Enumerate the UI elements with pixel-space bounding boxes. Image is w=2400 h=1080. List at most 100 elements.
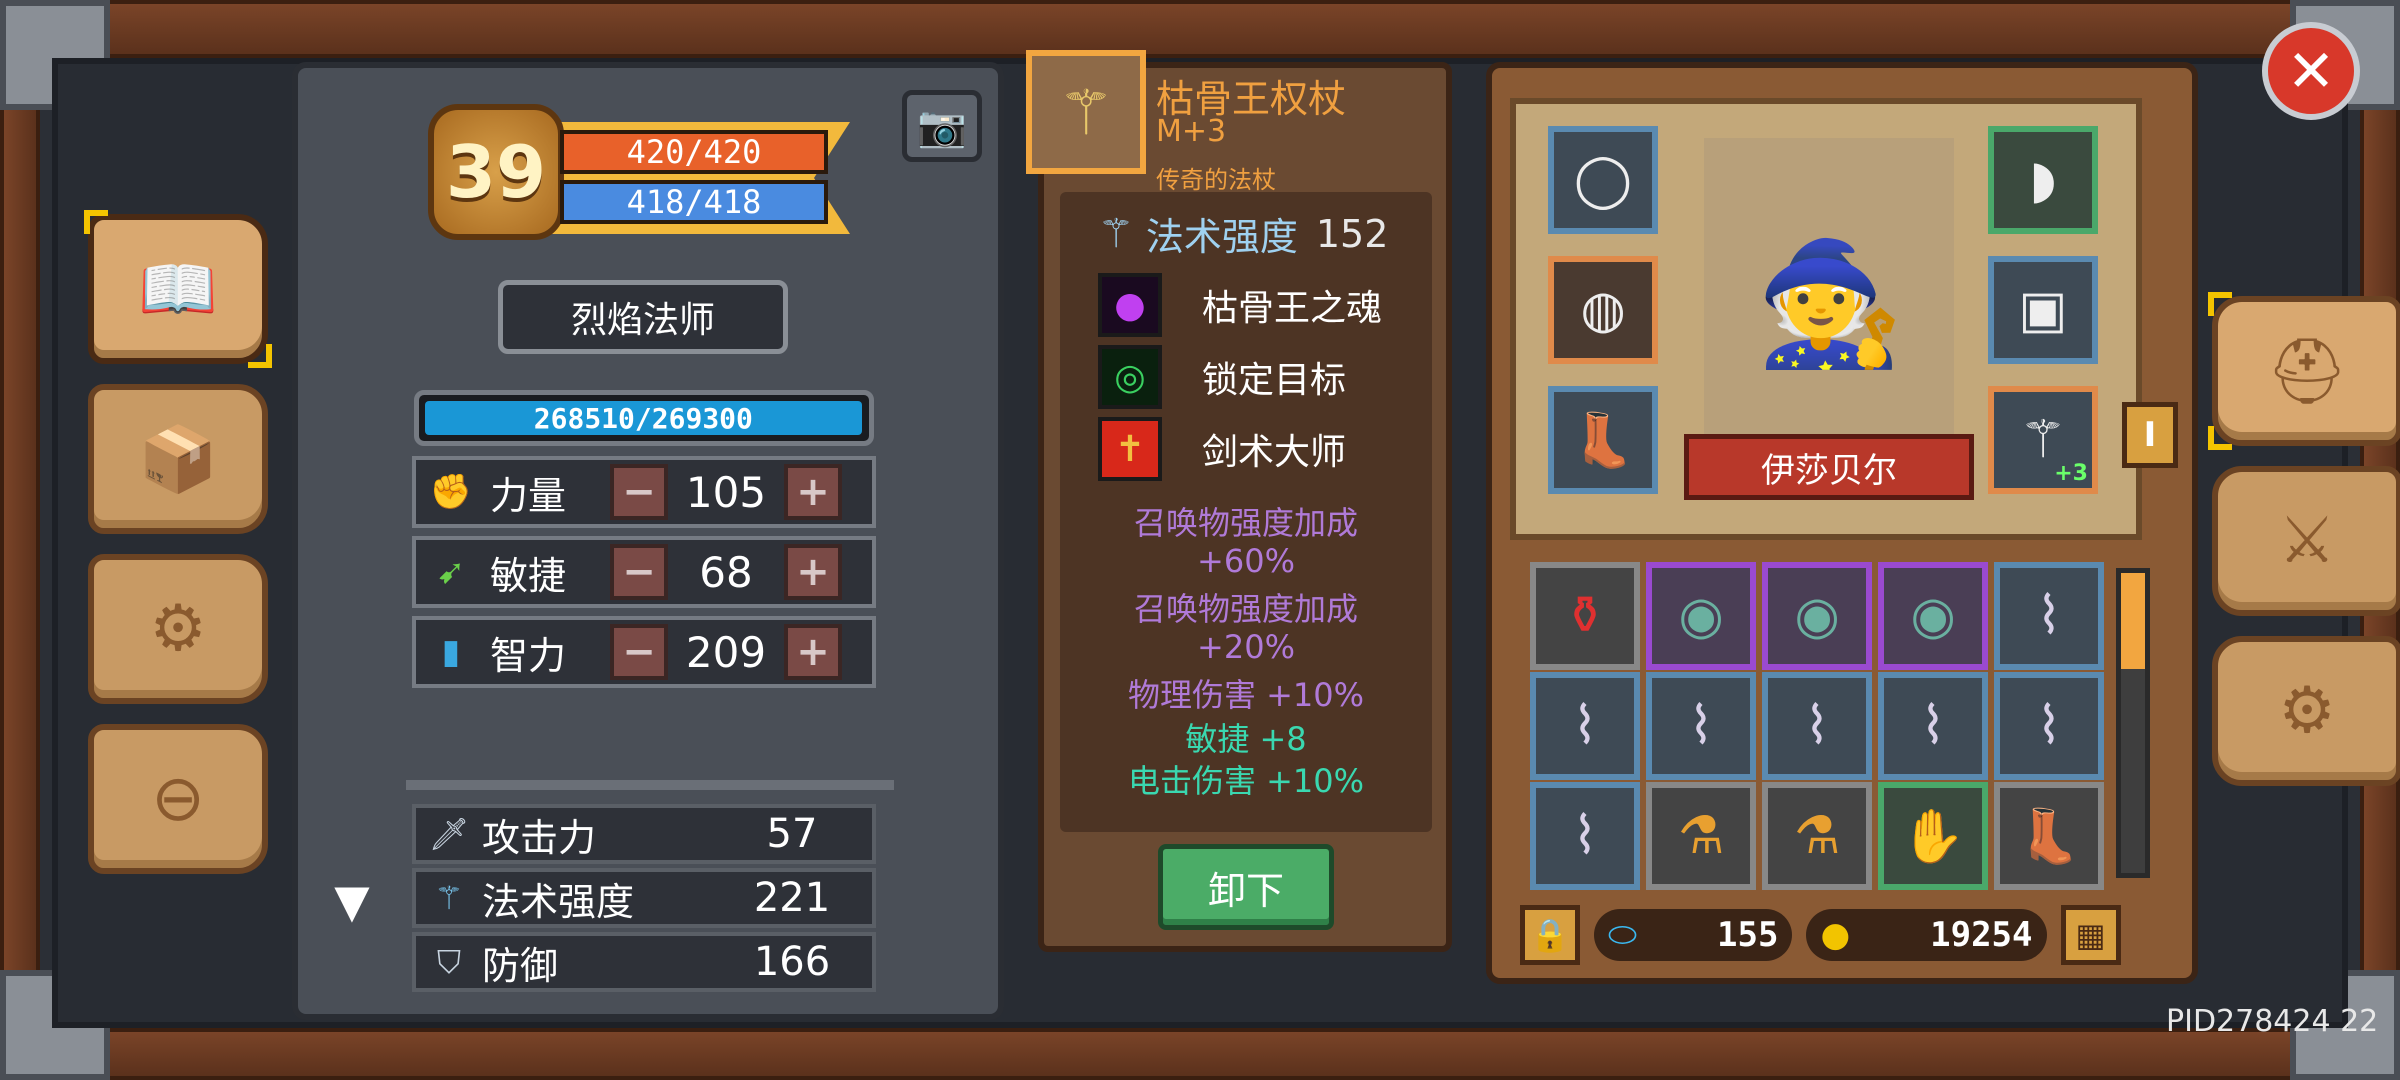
potion-icon: ⚱ — [1563, 586, 1607, 646]
bonus-line: +20% — [1197, 628, 1295, 666]
slot-armor[interactable]: ▣ — [1988, 256, 2098, 364]
bone-icon: ⌇ — [2036, 696, 2062, 756]
bonus-line: 敏捷 +8 — [1185, 720, 1307, 758]
tab-skills[interactable]: 📦 — [88, 384, 268, 534]
inventory-slot[interactable]: 👢 — [1994, 782, 2104, 890]
inventory-slot[interactable]: ⚱ — [1530, 562, 1640, 670]
bonus-line: 召唤物强度加成 — [1133, 504, 1358, 542]
tab-pet[interactable]: ⊖ — [88, 724, 268, 874]
gloves-icon: ✋ — [1900, 806, 1966, 867]
item-upgrade: M+3 — [1156, 114, 1227, 149]
attr-label: 防御 — [482, 943, 559, 988]
bone-icon: ⌇ — [1572, 806, 1598, 866]
inventory-slot[interactable]: ⌇ — [1994, 562, 2104, 670]
inventory-slot[interactable]: ◉ — [1646, 562, 1756, 670]
slot-cloak[interactable]: ◗ — [1988, 126, 2098, 234]
inventory-scrollbar[interactable] — [2116, 568, 2150, 878]
slot-boots[interactable]: 👢 — [1548, 386, 1658, 494]
item-rarity: 传奇的法杖 — [1156, 166, 1276, 194]
inventory-slot[interactable]: ⌇ — [1530, 672, 1640, 780]
class-name-button[interactable]: 烈焰法师 — [498, 280, 788, 354]
sort-grid-button[interactable]: ▦ — [2060, 905, 2121, 965]
item-skill[interactable]: ✝ 剑术大师 — [1098, 416, 1398, 482]
inventory-slot[interactable]: ◉ — [1878, 562, 1988, 670]
camera-icon: 📷 — [917, 103, 967, 150]
attr-label: 攻击力 — [482, 815, 597, 860]
slot-necklace[interactable]: ◯ — [1548, 126, 1658, 234]
stat-decrease-button[interactable]: − — [610, 624, 668, 680]
potion-bottle-icon: ⚗ — [1677, 806, 1725, 866]
inventory-slot[interactable]: ⌇ — [1994, 672, 2104, 780]
scroll-down-button[interactable]: ▼ — [298, 874, 406, 928]
bone-icon: ⌇ — [1688, 696, 1714, 756]
fist-icon: ✊ — [429, 472, 473, 512]
tab-equipment[interactable]: ⛑ — [2208, 292, 2400, 450]
chevron-down-icon: ▼ — [334, 874, 370, 928]
attr-value: 166 — [753, 939, 831, 985]
inventory-slot[interactable]: ⌇ — [1646, 672, 1756, 780]
stat-decrease-button[interactable]: − — [610, 544, 668, 600]
inventory-footer: 🔒 ⬭ 155 ● 19254 ▦ — [1520, 904, 2164, 966]
gem-icon: ⬭ — [1608, 915, 1638, 955]
tab-settings[interactable]: ⚙ — [2212, 636, 2400, 786]
item-skill[interactable]: ● 枯骨王之魂 — [1098, 272, 1398, 338]
book-icon: 📖 — [138, 252, 218, 327]
skill-label: 锁定目标 — [1202, 360, 1347, 401]
hero-sprite: 🧙 — [1750, 190, 1910, 420]
tab-craft[interactable]: ⚔ — [2212, 466, 2400, 616]
inventory-slot[interactable]: ⌇ — [1762, 672, 1872, 780]
unequip-button[interactable]: 卸下 — [1158, 844, 1334, 930]
close-button[interactable]: ✕ — [2262, 22, 2360, 120]
helmet-icon: ⛑ — [2266, 334, 2348, 409]
scrollbar-thumb[interactable] — [2121, 573, 2145, 669]
inventory-slot[interactable]: ◉ — [1762, 562, 1872, 670]
lock-button[interactable]: 🔒 — [1520, 905, 1580, 965]
power-value: 152 — [1315, 211, 1389, 256]
screenshot-button[interactable]: 📷 — [902, 90, 982, 162]
attr-value: 221 — [753, 875, 831, 921]
gold-counter: ● 19254 — [1806, 909, 2047, 961]
attr-row-defense: ⛉ 防御 166 — [412, 932, 876, 992]
stat-label: 敏捷 — [490, 553, 567, 598]
inventory-slot[interactable]: ⌇ — [1878, 672, 1988, 780]
cloak-icon: ◗ — [2029, 150, 2057, 210]
bone-icon: ⌇ — [1804, 696, 1830, 756]
close-icon: ✕ — [2286, 37, 2336, 105]
sword-icon: 🗡 — [428, 815, 470, 853]
stat-value: 68 — [699, 547, 753, 597]
level-badge: 39 — [428, 104, 564, 240]
gem-value: 155 — [1717, 915, 1779, 955]
skill-label: 剑术大师 — [1202, 432, 1347, 473]
equipment-side-handle[interactable]: I — [2122, 402, 2178, 468]
inventory-slot[interactable]: ⚗ — [1646, 782, 1756, 890]
wand-icon: ⚚ — [1098, 210, 1134, 257]
tab-book[interactable]: 📖 — [84, 210, 272, 368]
character-panel: 39 420/420 418/418 📷 烈焰法师 268510/269300 … — [292, 62, 1004, 1020]
hp-bar: 420/420 — [560, 130, 828, 174]
stat-row-intellect: ▮ 智力 − 209 + — [412, 616, 876, 688]
stat-increase-button[interactable]: + — [784, 624, 842, 680]
boots-icon: 👢 — [1570, 410, 1636, 471]
weapon-upgrade-label: +3 — [2054, 461, 2088, 486]
stat-label: 力量 — [490, 473, 567, 518]
inventory-slot[interactable]: ✋ — [1878, 782, 1988, 890]
attr-value: 57 — [766, 811, 818, 857]
stat-increase-button[interactable]: + — [784, 464, 842, 520]
slot-weapon[interactable]: ⚚ +3 — [1988, 386, 2098, 494]
slot-ring[interactable]: ◍ — [1548, 256, 1658, 364]
lock-icon: 🔒 — [1530, 916, 1570, 954]
boots-icon: 👢 — [2016, 806, 2082, 867]
gear-icon: ⚙ — [2278, 674, 2336, 748]
inventory-slot[interactable]: ⚗ — [1762, 782, 1872, 890]
inventory-slot[interactable]: ⌇ — [1530, 782, 1640, 890]
sword-crest-icon: ✝ — [1098, 417, 1162, 481]
grid-icon: ▦ — [2075, 916, 2106, 954]
item-skill[interactable]: ◎ 锁定目标 — [1098, 344, 1398, 410]
gold-coin-icon: ● — [1820, 915, 1851, 955]
item-spell-power: ⚚ 法术强度 152 — [1098, 206, 1388, 261]
book-icon: ▮ — [441, 632, 461, 672]
xp-bar: 268510/269300 — [414, 390, 874, 446]
tab-talents[interactable]: ⚙ — [88, 554, 268, 704]
stat-decrease-button[interactable]: − — [610, 464, 668, 520]
stat-increase-button[interactable]: + — [784, 544, 842, 600]
